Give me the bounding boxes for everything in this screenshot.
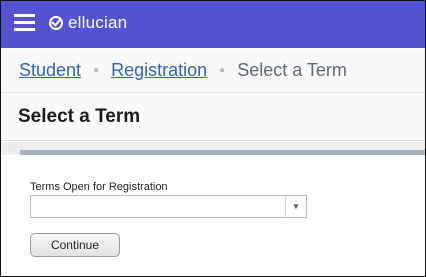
brand[interactable]: ellucian (49, 12, 127, 34)
continue-button[interactable]: Continue (30, 233, 120, 257)
hamburger-menu-icon[interactable] (14, 14, 35, 32)
term-select[interactable]: ▼ (30, 195, 307, 218)
ellucian-logo-icon (49, 16, 63, 30)
breadcrumb-registration-link[interactable]: Registration (111, 60, 207, 81)
page-title-bar: Select a Term (1, 94, 425, 141)
breadcrumb-current: Select a Term (237, 60, 347, 80)
browser-viewport: ellucian Student ● Registration ● Select… (0, 0, 426, 277)
term-selection-panel: Terms Open for Registration ▼ Continue (20, 150, 425, 276)
page-title: Select a Term (18, 106, 141, 127)
brand-name: ellucian (68, 13, 128, 32)
breadcrumb: Student ● Registration ● Select a Term (1, 49, 425, 93)
dot-separator-icon: ● (93, 65, 100, 76)
breadcrumb-student-link[interactable]: Student (19, 60, 81, 81)
terms-field-label: Terms Open for Registration (30, 181, 168, 193)
dot-separator-icon: ● (219, 65, 226, 76)
top-navigation-bar: ellucian (1, 1, 425, 48)
chevron-down-icon[interactable]: ▼ (285, 196, 306, 217)
